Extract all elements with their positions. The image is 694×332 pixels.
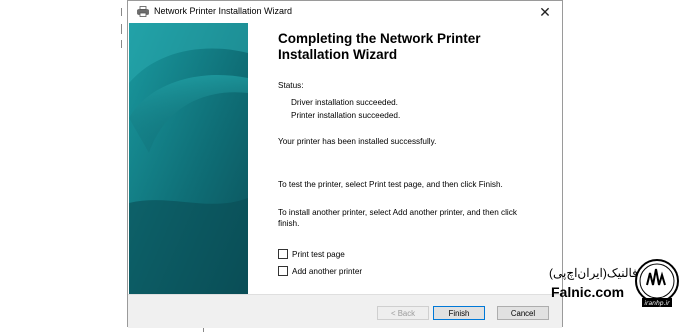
status-printer: Printer installation succeeded. bbox=[291, 111, 401, 120]
window-title: Network Printer Installation Wizard bbox=[154, 6, 293, 16]
checkbox-label: Add another printer bbox=[292, 266, 363, 276]
button-bar: < Back Finish Cancel bbox=[128, 294, 562, 328]
iranhp-logo-icon: iranhp.ir bbox=[635, 259, 679, 307]
page-title: Completing the Network Printer Installat… bbox=[278, 31, 481, 62]
close-button[interactable]: ✕ bbox=[528, 1, 562, 23]
add-another-printer-checkbox[interactable]: Add another printer bbox=[278, 266, 362, 276]
wizard-dialog: Network Printer Installation Wizard ✕ Co… bbox=[127, 0, 563, 328]
title-bar[interactable]: Network Printer Installation Wizard ✕ bbox=[128, 1, 562, 23]
another-instruction: To install another printer, select Add a… bbox=[278, 208, 517, 228]
status-label: Status: bbox=[278, 81, 304, 90]
status-driver: Driver installation succeeded. bbox=[291, 98, 398, 107]
checkbox-box[interactable] bbox=[278, 266, 288, 276]
printer-icon bbox=[137, 6, 149, 17]
print-test-page-checkbox[interactable]: Print test page bbox=[278, 249, 345, 259]
installed-message: Your printer has been installed successf… bbox=[278, 137, 437, 146]
checkbox-label: Print test page bbox=[292, 249, 345, 259]
svg-text:iranhp.ir: iranhp.ir bbox=[644, 300, 670, 307]
watermark-persian: فالنیک(ایران‌اچ‌پی) bbox=[549, 266, 638, 280]
close-icon: ✕ bbox=[539, 4, 551, 20]
finish-button[interactable]: Finish bbox=[433, 306, 485, 320]
test-instruction: To test the printer, select Print test p… bbox=[278, 180, 503, 189]
checkbox-box[interactable] bbox=[278, 249, 288, 259]
cancel-button[interactable]: Cancel bbox=[497, 306, 549, 320]
watermark-site: Falnic.com bbox=[551, 284, 625, 300]
back-button[interactable]: < Back bbox=[377, 306, 429, 320]
wizard-side-panel bbox=[129, 23, 248, 294]
